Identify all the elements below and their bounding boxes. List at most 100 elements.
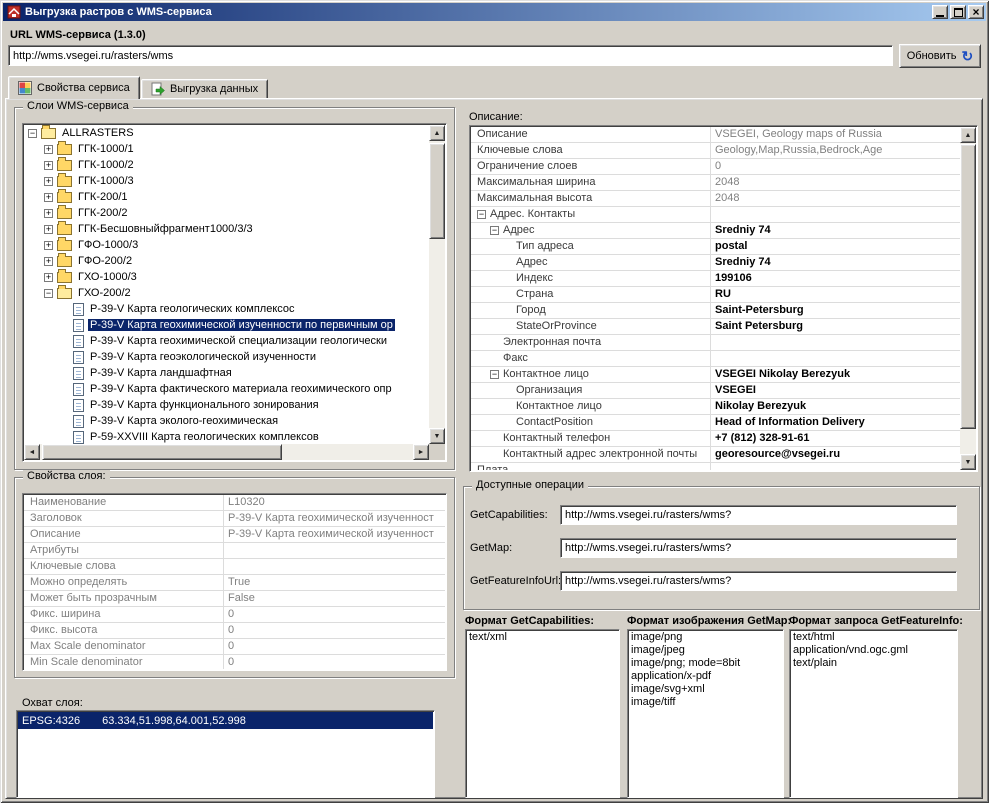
property-row[interactable]: Контактное лицоNikolay Berezyuk [471, 399, 960, 415]
collapse-icon[interactable]: − [28, 129, 37, 138]
property-row[interactable]: АдресSredniy 74 [471, 255, 960, 271]
tree-scroll-thumb[interactable] [429, 143, 445, 239]
tree-item[interactable]: Р-59-XXVIII Карта геологических комплекс… [24, 429, 429, 444]
collapse-icon[interactable]: − [477, 210, 486, 219]
tab-service-properties[interactable]: Свойства сервиса [8, 76, 140, 99]
collapse-icon[interactable]: − [490, 370, 499, 379]
tree-item[interactable]: +ГГК-200/2 [24, 205, 429, 221]
collapse-icon[interactable]: − [44, 289, 53, 298]
property-row[interactable]: ОрганизацияVSEGEI [471, 383, 960, 399]
tree-item[interactable]: Р-39-V Карта ландшафтная [24, 365, 429, 381]
tree-hscroll-thumb[interactable] [42, 444, 282, 460]
format-option[interactable]: application/x-pdf [628, 670, 783, 683]
minimize-button[interactable] [932, 5, 948, 19]
property-row[interactable]: ContactPositionHead of Information Deliv… [471, 415, 960, 431]
tree-item[interactable]: +ГХО-1000/3 [24, 269, 429, 285]
tree-item-label: ГГК-Бесшовныйфрагмент1000/3/3 [76, 223, 255, 235]
expand-icon[interactable]: + [44, 257, 53, 266]
tree-item[interactable]: Р-39-V Карта геологических комплексос [24, 301, 429, 317]
expand-icon[interactable]: + [44, 145, 53, 154]
property-row[interactable]: Плата [471, 463, 960, 470]
property-row[interactable]: Ключевые словаGeology,Map,Russia,Bedrock… [471, 143, 960, 159]
tree-item[interactable]: Р-39-V Карта функционального зонирования [24, 397, 429, 413]
tree-item[interactable]: + ГГК-Бесшовныйфрагмент1000/3/3 [24, 221, 429, 237]
scroll-up-button[interactable]: ▲ [960, 127, 976, 143]
extent-item[interactable]: EPSG:4326 63.334,51.998,64.001,52.998 [18, 712, 433, 729]
property-row[interactable]: СтранаRU [471, 287, 960, 303]
property-row[interactable]: −Контактное лицоVSEGEI Nikolay Berezyuk [471, 367, 960, 383]
tree-item[interactable]: +ГГК-200/1 [24, 189, 429, 205]
expand-icon[interactable]: + [44, 209, 53, 218]
scroll-down-button[interactable]: ▼ [960, 454, 976, 470]
property-row[interactable]: Максимальная ширина2048 [471, 175, 960, 191]
titlebar[interactable]: Выгрузка растров с WMS-сервиса × [3, 3, 986, 21]
property-row[interactable]: Максимальная высота2048 [471, 191, 960, 207]
property-label-text: Контактный адрес электронной почты [503, 447, 697, 462]
format-option[interactable]: text/html [790, 631, 957, 644]
scroll-right-button[interactable]: ► [413, 444, 429, 460]
format-option[interactable]: image/png [628, 631, 783, 644]
refresh-button[interactable]: Обновить ↻ [899, 44, 981, 68]
description-scroll-thumb[interactable] [960, 144, 976, 429]
property-row: Можно определятьTrue [24, 575, 445, 591]
format-option[interactable]: application/vnd.ogc.gml [790, 644, 957, 657]
expand-icon[interactable]: + [44, 193, 53, 202]
property-row[interactable]: Факс [471, 351, 960, 367]
collapse-icon[interactable]: − [490, 226, 499, 235]
format-getcapabilities-label: Формат GetCapabilities: [465, 615, 594, 627]
scroll-down-button[interactable]: ▼ [429, 428, 445, 444]
property-row[interactable]: ГородSaint-Petersburg [471, 303, 960, 319]
property-row[interactable]: Электронная почта [471, 335, 960, 351]
format-option[interactable]: text/plain [790, 657, 957, 670]
expand-icon[interactable]: + [44, 273, 53, 282]
tree-item[interactable]: +ГФО-1000/3 [24, 237, 429, 253]
format-option[interactable]: image/tiff [628, 696, 783, 709]
close-button[interactable]: × [968, 5, 984, 19]
expand-icon[interactable]: + [44, 225, 53, 234]
tab-data-export[interactable]: Выгрузка данных [141, 79, 268, 98]
property-row[interactable]: StateOrProvinceSaint Petersburg [471, 319, 960, 335]
property-row[interactable]: Контактный телефон+7 (812) 328-91-61 [471, 431, 960, 447]
property-label: Контактный адрес электронной почты [471, 447, 711, 462]
expand-icon[interactable]: + [44, 161, 53, 170]
property-row[interactable]: −АдресSredniy 74 [471, 223, 960, 239]
scroll-left-button[interactable]: ◄ [24, 444, 40, 460]
tree-horizontal-scrollbar[interactable]: ◄ ► [24, 444, 429, 460]
tree-item-label: ГГК-1000/3 [76, 175, 136, 187]
property-row: ЗаголовокР-39-V Карта геохимической изуч… [24, 511, 445, 527]
format-option[interactable]: image/svg+xml [628, 683, 783, 696]
tree-item[interactable]: + ГГК-1000/3 [24, 173, 429, 189]
tree-item[interactable]: −ГХО-200/2 [24, 285, 429, 301]
tree-item[interactable]: +ГФО-200/2 [24, 253, 429, 269]
maximize-button[interactable] [950, 5, 966, 19]
tree-item[interactable]: Р-39-V Карта фактического материала геох… [24, 381, 429, 397]
property-row[interactable]: Тип адресаpostal [471, 239, 960, 255]
getcapabilities-url-input[interactable] [560, 505, 957, 525]
format-option[interactable]: image/png; mode=8bit [628, 657, 783, 670]
description-vertical-scrollbar[interactable]: ▲ ▼ [960, 127, 976, 470]
tree-item[interactable]: +ГГК-1000/2 [24, 157, 429, 173]
property-value: georesource@vsegei.ru [711, 447, 960, 462]
tree-item[interactable]: −ALLRASTERS [24, 125, 429, 141]
property-row[interactable]: Индекс199106 [471, 271, 960, 287]
expand-icon[interactable]: + [44, 177, 53, 186]
tree-item[interactable]: Р-39-V Карта геоэкологической изученност… [24, 349, 429, 365]
property-row[interactable]: −Адрес. Контакты [471, 207, 960, 223]
getfeatureinfo-url-input[interactable] [560, 571, 957, 591]
format-getfeatureinfo-label: Формат запроса GetFeatureInfo: [789, 615, 963, 627]
tree-item[interactable]: Р-39-V Карта эколого-геохимическая [24, 413, 429, 429]
scroll-up-button[interactable]: ▲ [429, 125, 445, 141]
wms-url-input[interactable] [8, 45, 893, 66]
format-option[interactable]: image/jpeg [628, 644, 783, 657]
tree-item[interactable]: Р-39-V Карта геохимической специализации… [24, 333, 429, 349]
tree-item[interactable]: Р-39-V Карта геохимической изученности п… [24, 317, 429, 333]
getmap-url-input[interactable] [560, 538, 957, 558]
property-row[interactable]: Ограничение слоев0 [471, 159, 960, 175]
expand-icon[interactable]: + [44, 241, 53, 250]
property-label: Может быть прозрачным [24, 591, 224, 606]
tree-item[interactable]: +ГГК-1000/1 [24, 141, 429, 157]
property-row[interactable]: Контактный адрес электронной почты geores… [471, 447, 960, 463]
tree-vertical-scrollbar[interactable]: ▲ ▼ [429, 125, 445, 444]
property-row[interactable]: ОписаниеVSEGEI, Geology maps of Russia [471, 127, 960, 143]
format-option[interactable]: text/xml [466, 631, 619, 644]
